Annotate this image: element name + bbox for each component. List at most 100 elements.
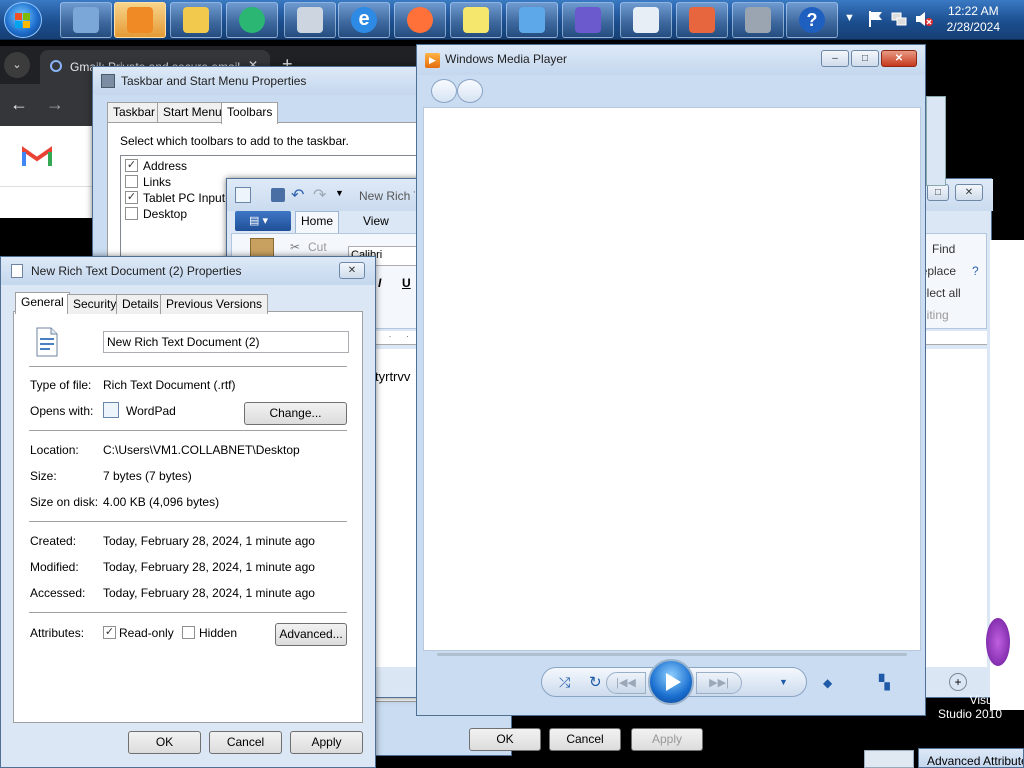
shuffle-icon[interactable]: ⤮ (559, 674, 570, 691)
desktop-toolbar-checkbox[interactable] (125, 207, 138, 220)
show-hidden-icons-chevron[interactable]: ▼ (844, 12, 855, 24)
file-apply-button[interactable]: Apply (290, 731, 363, 754)
taskbar-button-sticky-notes[interactable] (450, 2, 502, 38)
links-toolbar-checkbox[interactable] (125, 175, 138, 188)
play-button[interactable] (648, 659, 694, 705)
wmp-close-button[interactable]: ✕ (881, 50, 917, 67)
hidden-checkbox[interactable] (182, 626, 195, 639)
wmp-minimize-button[interactable]: – (821, 50, 849, 67)
tablet-pc-toolbar-checkbox[interactable]: ✓ (125, 191, 138, 204)
volume-muted-icon[interactable] (914, 10, 934, 28)
taskbar-button-windows-media-center[interactable] (226, 2, 278, 38)
network-icon[interactable] (890, 10, 908, 28)
tab-start-menu[interactable]: Start Menu (157, 102, 228, 122)
taskbar-button-file-explorer[interactable] (170, 2, 222, 38)
change-button[interactable]: Change... (244, 402, 347, 425)
taskbar-apply-button[interactable]: Apply (631, 728, 703, 751)
taskbar-cancel-button[interactable]: Cancel (549, 728, 621, 751)
wmp-seek-bar[interactable] (437, 653, 907, 656)
quick-access-chevron-icon[interactable]: ▼ (335, 188, 344, 198)
file-properties-close-button[interactable]: ✕ (339, 262, 365, 279)
tab-toolbars[interactable]: Toolbars (221, 102, 279, 124)
taskbar-button-firefox[interactable] (394, 2, 446, 38)
vs-label-line1: Visual (969, 693, 1002, 707)
wmp-maximize-button[interactable]: □ (851, 50, 879, 67)
wordpad-title: New Rich Text Document (2) - WordPad (359, 189, 415, 203)
gmail-tab-favicon (50, 60, 62, 72)
zoom-in-icon[interactable]: + (949, 673, 967, 691)
created-value: Today, February 28, 2024, 1 minute ago (103, 534, 315, 548)
windows-logo-icon (15, 13, 31, 29)
find-label[interactable]: Find (932, 242, 955, 256)
italic-button[interactable]: I (378, 276, 381, 290)
cut-icon[interactable]: ✂ (290, 240, 300, 254)
ribbon-tab-home[interactable]: Home (295, 211, 340, 233)
wordpad-menu-button[interactable]: ▤ ▾ (235, 211, 291, 231)
wordpad-maximize-button[interactable]: □ (927, 184, 949, 201)
volume-dropdown-icon[interactable]: ▼ (779, 677, 788, 687)
type-of-file-value: Rich Text Document (.rtf) (103, 378, 236, 392)
tab-search-chevron-icon[interactable]: ⌄ (4, 52, 30, 78)
read-only-checkbox[interactable]: ✓ (103, 626, 116, 639)
next-track-button[interactable]: ▶▶| (696, 672, 742, 694)
save-icon[interactable] (271, 188, 285, 202)
attributes-label: Attributes: (30, 626, 85, 640)
visual-studio-icon (575, 7, 601, 33)
start-button[interactable] (4, 2, 42, 38)
taskbar-button-control-panel[interactable] (60, 2, 112, 38)
address-toolbar-label: Address (143, 159, 188, 173)
action-center-flag-icon[interactable] (866, 9, 884, 29)
file-name-field[interactable]: New Rich Text Document (2) (103, 331, 349, 353)
ribbon-tab-view[interactable]: View (363, 214, 389, 228)
repeat-icon[interactable]: ↻ (589, 673, 602, 691)
taskbar-button-photo-viewer[interactable] (506, 2, 558, 38)
undo-icon[interactable]: ↶ (291, 185, 304, 205)
taskbar-button-calculator[interactable] (284, 2, 336, 38)
tab-details[interactable]: Details (116, 294, 165, 314)
taskbar-button-paint[interactable] (676, 2, 728, 38)
file-cancel-button[interactable]: Cancel (209, 731, 282, 754)
taskbar-button-visual-studio[interactable] (562, 2, 614, 38)
mute-speaker-icon[interactable]: ◆ (823, 676, 832, 690)
visual-studio-desktop-icon[interactable] (986, 618, 1010, 666)
play-icon (666, 673, 681, 691)
background-window-fragment (864, 750, 914, 768)
gmail-logo-icon (22, 146, 52, 168)
opens-with-label: Opens with: (30, 404, 94, 418)
tab-taskbar[interactable]: Taskbar (107, 102, 162, 122)
wordpad-icon (633, 7, 659, 33)
forward-arrow-icon[interactable]: → (46, 94, 64, 115)
wmp-forward-button[interactable] (457, 79, 483, 103)
visual-studio-desktop-label[interactable]: Visual Studio 2010 (930, 693, 1002, 721)
advanced-button[interactable]: Advanced... (275, 623, 347, 646)
back-arrow-icon[interactable]: ← (10, 94, 28, 115)
taskbar-button-help[interactable]: ? (786, 2, 838, 38)
wmp-now-playing-area[interactable] (423, 107, 921, 651)
taskbar-button-internet-explorer[interactable]: e (338, 2, 390, 38)
clock-date: 2/28/2024 (946, 20, 1000, 34)
advanced-attributes-window[interactable]: Advanced Attributes (918, 748, 1024, 768)
photo-viewer-icon (519, 7, 545, 33)
file-ok-button[interactable]: OK (128, 731, 201, 754)
tab-general[interactable]: General (15, 292, 70, 314)
previous-track-button[interactable]: |◀◀ (606, 672, 646, 694)
address-toolbar-checkbox[interactable]: ✓ (125, 159, 138, 172)
switch-to-now-playing-icon[interactable]: ▚ (879, 674, 890, 691)
accessed-value: Today, February 28, 2024, 1 minute ago (103, 586, 315, 600)
taskbar: e? ▼ 12:22 AM 2/28/2024 (0, 0, 1024, 40)
taskbar-button-windows-media-player[interactable] (114, 2, 166, 38)
underline-button[interactable]: U (402, 276, 411, 290)
taskbar-ok-button[interactable]: OK (469, 728, 541, 751)
taskbar-button-computer[interactable] (732, 2, 784, 38)
ribbon-help-icon[interactable]: ? (972, 264, 979, 278)
wordpad-app-icon (235, 187, 251, 203)
redo-icon[interactable]: ↷ (313, 185, 326, 205)
taskbar-button-wordpad[interactable] (620, 2, 672, 38)
tab-previous-versions[interactable]: Previous Versions (160, 294, 269, 314)
system-clock[interactable]: 12:22 AM 2/28/2024 (947, 3, 1000, 35)
vs-label-line2: Studio 2010 (937, 707, 1002, 721)
tab-security[interactable]: Security (67, 294, 123, 314)
cut-label[interactable]: Cut (308, 240, 327, 254)
wmp-back-button[interactable] (431, 79, 457, 103)
wordpad-close-button[interactable]: ✕ (955, 184, 983, 201)
